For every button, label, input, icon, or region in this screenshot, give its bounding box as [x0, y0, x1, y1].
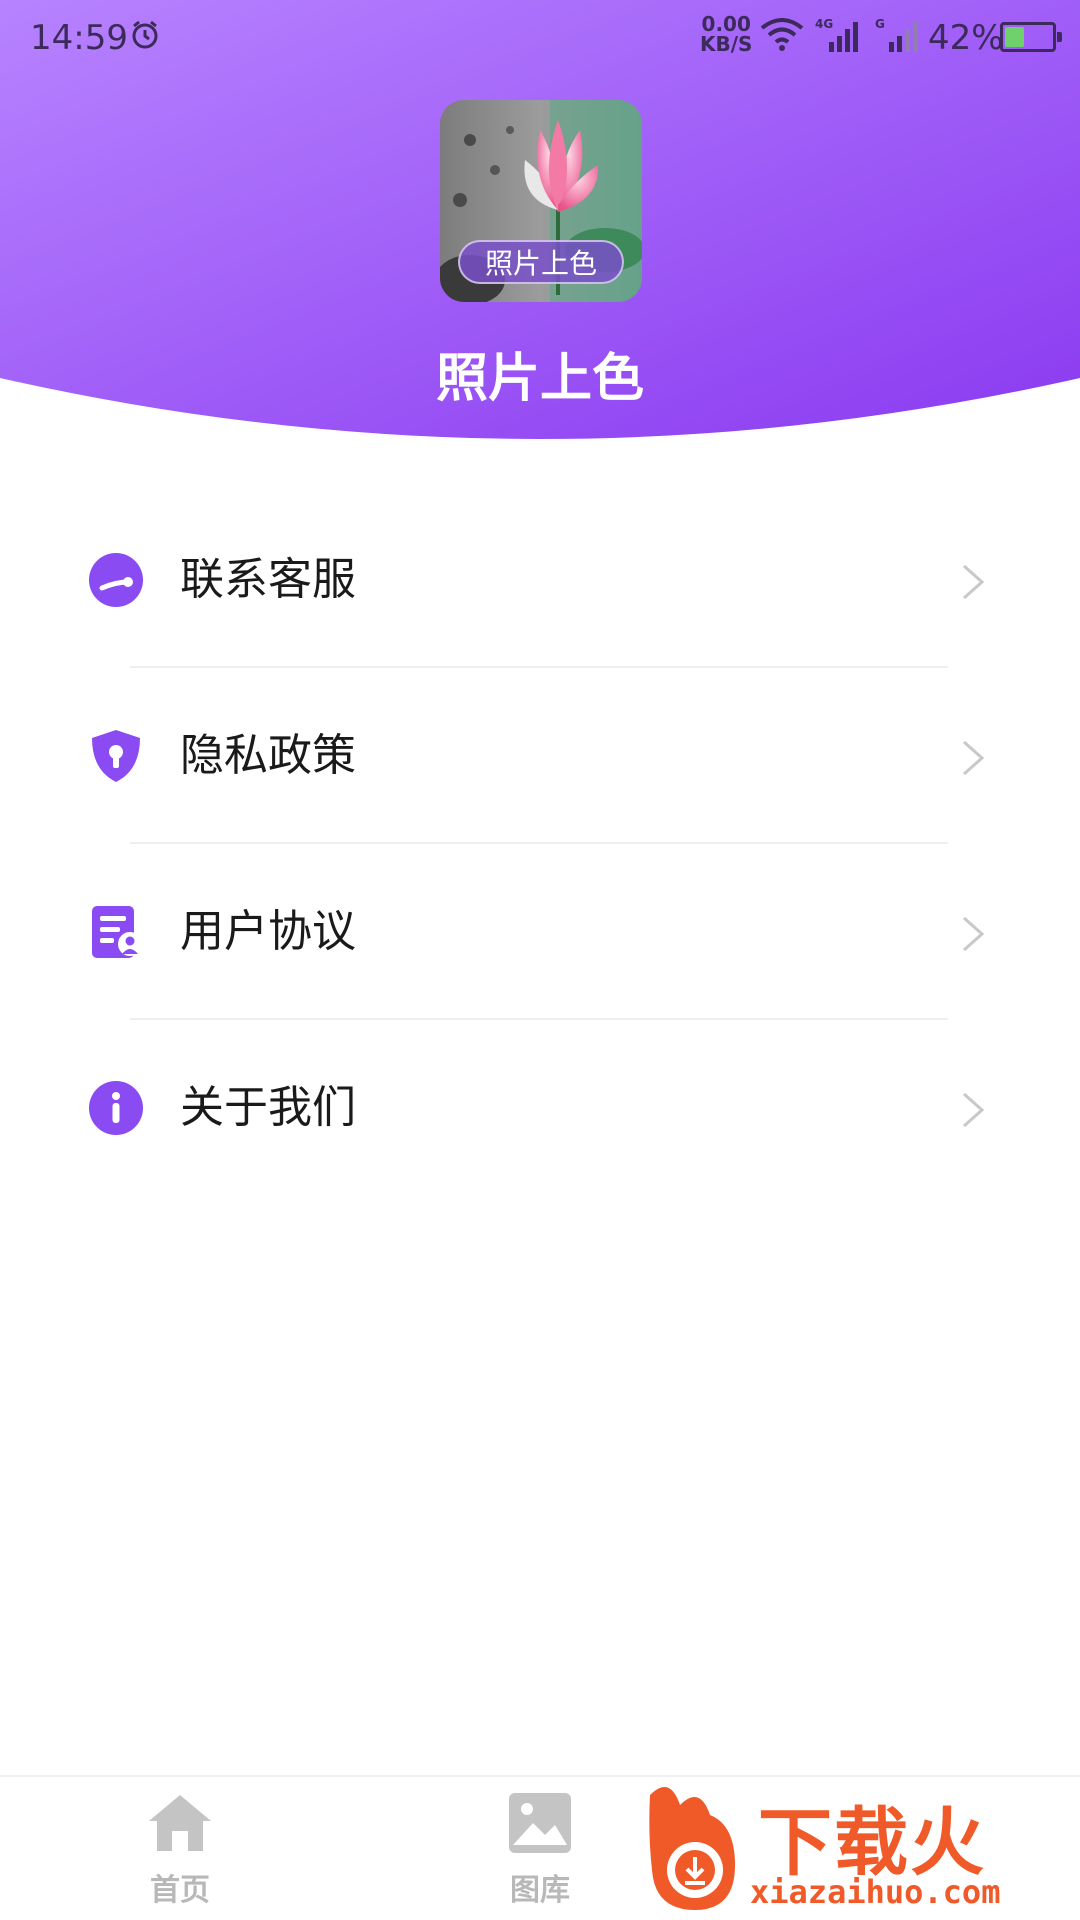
flame-logo-icon	[649, 1787, 735, 1910]
watermark-logo: 下载火 xiazaihuo.com	[640, 1775, 1080, 1920]
menu-item-label: 用户协议	[180, 906, 356, 957]
app-name: 照片上色	[435, 349, 644, 409]
chevron-right-icon	[963, 564, 985, 600]
signal1-label: 4G	[815, 17, 833, 31]
settings-menu: 联系客服 隐私政策 用户协议 关于我们	[0, 492, 1080, 1196]
battery-fill	[1005, 27, 1024, 47]
battery-icon	[1000, 22, 1062, 52]
menu-item-privacy-policy[interactable]: 隐私政策	[0, 668, 1080, 844]
watermark-url: xiazaihuo.com	[750, 1873, 1001, 1911]
nav-label: 首页	[150, 1873, 210, 1908]
chevron-right-icon	[963, 740, 985, 776]
chevron-right-icon	[963, 916, 985, 952]
net-speed-unit: KB/S	[700, 32, 753, 56]
info-icon	[89, 1081, 143, 1135]
menu-item-customer-service[interactable]: 联系客服	[0, 492, 1080, 668]
signal-4g-icon: 4G	[815, 16, 863, 60]
status-time: 14:59	[30, 18, 128, 58]
document-user-icon	[92, 906, 142, 958]
nav-label: 图库	[510, 1873, 570, 1908]
chevron-right-icon	[963, 1092, 985, 1128]
menu-item-about-us[interactable]: 关于我们	[0, 1020, 1080, 1196]
menu-item-label: 关于我们	[180, 1082, 356, 1133]
wifi-icon	[760, 18, 804, 51]
net-speed-value: 0.00	[701, 12, 751, 36]
network-speed: 0.00 KB/S	[700, 14, 752, 54]
customer-service-icon	[89, 553, 143, 607]
app-icon: 照片上色	[440, 100, 642, 302]
battery-percent: 42%	[928, 18, 1004, 58]
profile-header: 14:59 0.00 KB/S 4G G 42% 照片上色 照片上色	[0, 0, 1080, 445]
app-icon-badge: 照片上色	[458, 240, 624, 284]
menu-item-user-agreement[interactable]: 用户协议	[0, 844, 1080, 1020]
nav-tab-gallery[interactable]: 图库	[480, 1791, 600, 1909]
home-icon	[149, 1795, 211, 1851]
shield-lock-icon	[92, 730, 140, 782]
signal2-label: G	[875, 17, 885, 31]
menu-item-label: 隐私政策	[180, 730, 356, 781]
gallery-icon	[509, 1793, 571, 1853]
status-bar: 14:59 0.00 KB/S 4G G 42%	[0, 0, 1080, 78]
menu-item-label: 联系客服	[180, 554, 356, 605]
signal-g-icon: G	[875, 16, 923, 60]
alarm-icon	[132, 20, 158, 49]
nav-tab-home[interactable]: 首页	[120, 1791, 240, 1909]
